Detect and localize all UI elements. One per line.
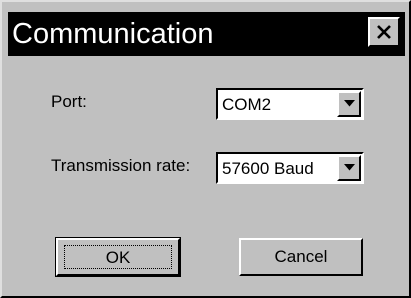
window-title: Communication xyxy=(12,18,214,50)
ok-button[interactable]: OK xyxy=(55,237,181,277)
cancel-button-label: Cancel xyxy=(274,247,328,266)
port-dropdown-button[interactable] xyxy=(337,91,361,117)
cancel-button[interactable]: Cancel xyxy=(239,238,363,276)
transmission-rate-select[interactable]: 57600 Baud xyxy=(216,152,364,184)
port-value: COM2 xyxy=(222,95,272,114)
close-button[interactable] xyxy=(368,17,400,47)
chevron-down-icon xyxy=(344,100,355,107)
chevron-down-icon xyxy=(344,164,355,171)
port-label: Port: xyxy=(51,92,87,111)
close-icon xyxy=(377,25,391,39)
ok-button-label: OK xyxy=(64,245,172,269)
transmission-rate-dropdown-button[interactable] xyxy=(337,155,361,181)
transmission-rate-value: 57600 Baud xyxy=(222,159,314,178)
title-bar[interactable]: Communication xyxy=(8,12,405,56)
transmission-rate-label: Transmission rate: xyxy=(51,156,191,175)
port-select[interactable]: COM2 xyxy=(216,88,364,120)
communication-dialog: Communication Port: COM2 Transmission ra… xyxy=(0,0,411,298)
